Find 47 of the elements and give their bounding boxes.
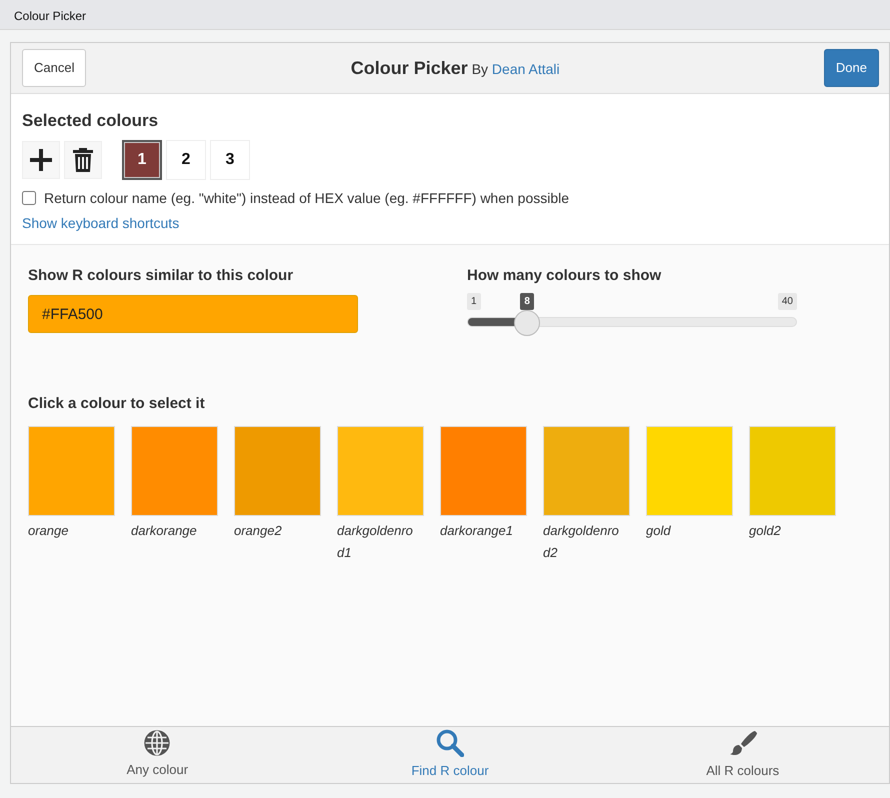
slider-max-label: 40 (778, 293, 797, 310)
dialog-title: Colour Picker (350, 58, 468, 78)
tab[interactable]: Any colour (11, 727, 304, 783)
colour-slot[interactable]: 3 (210, 140, 250, 180)
colour-swatch[interactable] (749, 426, 836, 516)
colour-swatch[interactable] (646, 426, 733, 516)
colour-input-field[interactable]: #FFA500 (28, 295, 358, 333)
colour-name: orange (28, 522, 70, 540)
keyboard-shortcuts-link[interactable]: Show keyboard shortcuts (22, 212, 180, 234)
tab[interactable]: All R colours (596, 727, 890, 783)
slider-min-label: 1 (467, 293, 481, 310)
results-heading: Click a colour to select it (28, 394, 206, 414)
brush-icon (728, 729, 757, 758)
field-label: Show R colours similar to this colour (28, 266, 294, 286)
tab[interactable]: Find R colour (304, 727, 596, 783)
delete-button[interactable] (64, 140, 102, 178)
section-heading: Selected colours (22, 110, 160, 132)
return-name-checkbox[interactable] (22, 191, 36, 205)
colour-swatch[interactable] (234, 426, 321, 516)
colour-name: darkgoldenrod1 (337, 522, 414, 562)
done-button[interactable]: Done (824, 49, 879, 87)
cancel-button[interactable]: Cancel (22, 49, 86, 87)
colour-name: darkorange (131, 522, 198, 540)
colour-name: gold2 (749, 522, 782, 540)
globe-icon (144, 730, 170, 756)
slider-handle[interactable] (514, 310, 540, 336)
slider-value-label: 8 (520, 293, 534, 310)
colour-name: darkgoldenrod2 (543, 522, 620, 562)
colour-name: darkorange1 (440, 522, 514, 540)
colour-swatch[interactable] (337, 426, 424, 516)
colour-name: gold (646, 522, 672, 540)
colour-swatch[interactable] (28, 426, 115, 516)
plus-icon (30, 148, 52, 170)
author-link[interactable]: Dean Attali (492, 60, 560, 76)
checkbox-label: Return colour name (eg. "white") instead of HEX value (eg. #FFFFFF) when possible (44, 188, 570, 208)
search-icon (436, 729, 464, 758)
colour-swatch[interactable] (543, 426, 630, 516)
slider-label: How many colours to show (467, 266, 662, 286)
colour-name: orange2 (234, 522, 283, 540)
colour-swatch[interactable] (440, 426, 527, 516)
colour-slot[interactable]: 1 (122, 140, 162, 180)
window-title: Colour Picker (0, 0, 890, 30)
add-button[interactable] (22, 140, 60, 178)
by-text: By (472, 60, 488, 76)
trash-icon (73, 148, 93, 172)
colour-slot[interactable]: 2 (166, 140, 206, 180)
colour-swatch[interactable] (131, 426, 218, 516)
